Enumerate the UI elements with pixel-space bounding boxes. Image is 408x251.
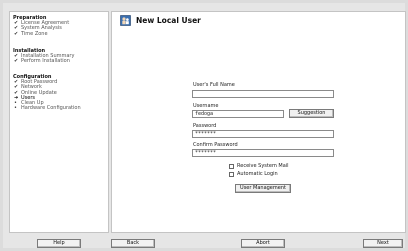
receive-system-mail-checkbox[interactable]: Receive System Mail [229,163,289,169]
section-configuration: Configuration ✔ Root Password ✔ Network ✔ O… [13,74,109,112]
step-perform-installation: ✔ Perform Installation [14,58,70,65]
username-label: Username [193,103,219,109]
user-management-button[interactable]: User Management [235,184,291,193]
check-icon: ✔ [14,30,19,37]
bullet-icon: • [14,105,17,112]
back-button[interactable]: Back [111,239,155,248]
password-label: Password [193,123,217,129]
checkbox-label: Receive System Mail [237,163,289,169]
check-icon: ✔ [14,58,19,65]
dialog-header: New Local User [112,12,405,28]
help-button[interactable]: Help [37,239,81,248]
confirm-password-label: Confirm Password [193,142,238,148]
next-button[interactable]: Next [363,239,403,248]
page-title: New Local User [136,15,201,25]
installer-window: Preparation ✔ License Agreement ✔ System A… [3,3,406,248]
checkbox-box[interactable] [229,171,234,177]
abort-button[interactable]: Abort [241,239,285,248]
full-name-label: User's Full Name [193,82,235,88]
confirm-password-input[interactable]: ******* [192,149,334,157]
automatic-login-checkbox[interactable]: Automatic Login [229,171,278,177]
checkbox-label: Automatic Login [237,171,278,177]
password-input[interactable]: ******* [192,130,334,138]
section-installation: Installation ✔ Installation Summary ✔ Perf… [13,48,109,65]
step-time-zone: ✔ Time Zone [14,30,48,37]
checkbox-box[interactable] [229,163,234,169]
section-preparation: Preparation ✔ License Agreement ✔ System A… [13,15,109,37]
users-icon [120,14,131,26]
step-hardware-configuration: • Hardware Configuration [14,105,81,112]
steps-sidebar: Preparation ✔ License Agreement ✔ System A… [9,11,109,233]
main-panel: New Local User User's Full Name Username… [111,11,406,233]
full-name-input[interactable] [192,90,334,98]
suggestion-button[interactable]: Suggestion [289,109,334,118]
username-input[interactable]: fedoga [192,110,284,118]
